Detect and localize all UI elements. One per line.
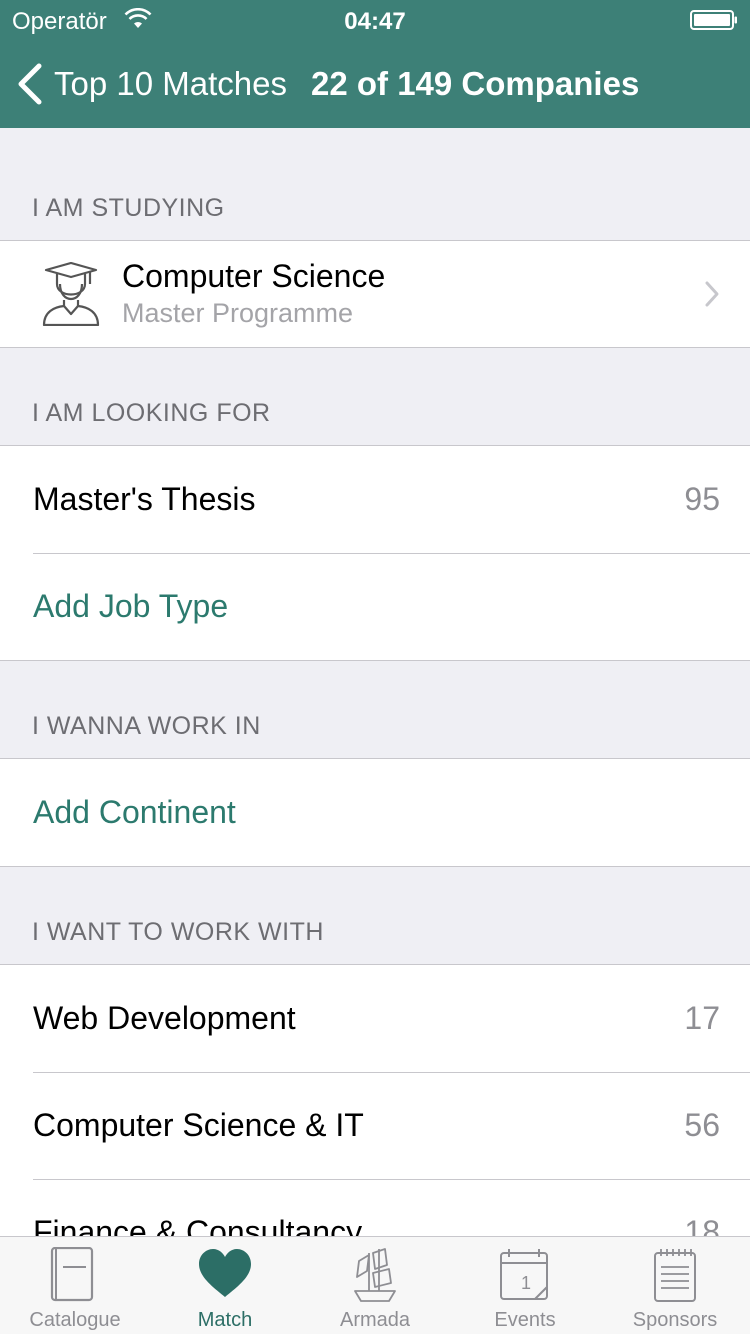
job-type-row[interactable]: Master's Thesis 95 xyxy=(0,446,750,553)
chevron-right-icon xyxy=(705,281,719,307)
studying-group: Computer Science Master Programme xyxy=(0,240,750,348)
svg-text:1: 1 xyxy=(521,1273,531,1293)
work-field-label: Computer Science & IT xyxy=(33,1107,364,1143)
work-field-row-web-development[interactable]: Web Development 17 xyxy=(0,965,750,1072)
work-field-label: Finance & Consultancy xyxy=(33,1214,363,1236)
back-button-label: Top 10 Matches xyxy=(54,65,287,102)
tab-label: Sponsors xyxy=(632,1309,718,1331)
tab-match[interactable]: Match xyxy=(150,1237,300,1334)
work-field-count: 56 xyxy=(684,1107,720,1143)
work-in-group: Add Continent xyxy=(0,758,750,867)
study-major: Computer Science xyxy=(122,258,386,294)
status-bar: Operatör 04:47 xyxy=(0,0,750,40)
notepad-icon xyxy=(654,1249,696,1302)
navigation-bar: Top 10 Matches 22 of 149 Companies xyxy=(0,40,750,128)
tab-label: Match xyxy=(197,1309,253,1331)
work-field-count: 17 xyxy=(684,1000,720,1036)
add-job-type-label: Add Job Type xyxy=(33,588,229,624)
tab-events[interactable]: 1 Events xyxy=(450,1237,600,1334)
work-field-row-finance[interactable]: Finance & Consultancy 18 xyxy=(0,1179,750,1236)
clock: 04:47 xyxy=(344,8,406,35)
work-field-count: 18 xyxy=(684,1214,720,1236)
tab-armada[interactable]: Armada xyxy=(300,1237,450,1334)
tab-sponsors[interactable]: Sponsors xyxy=(600,1237,750,1334)
add-continent-button[interactable]: Add Continent xyxy=(0,759,750,866)
chevron-left-icon xyxy=(18,63,42,105)
study-program-texts: Computer Science Master Programme xyxy=(122,257,704,331)
tab-catalogue[interactable]: Catalogue xyxy=(0,1237,150,1334)
section-header-work-in: I WANNA WORK IN xyxy=(32,712,261,740)
work-with-group: Web Development 17 Computer Science & IT… xyxy=(0,964,750,1236)
section-header-looking-for: I AM LOOKING FOR xyxy=(32,399,271,427)
job-type-count: 95 xyxy=(684,481,720,517)
tab-label: Catalogue xyxy=(29,1309,121,1331)
calendar-icon: 1 xyxy=(500,1249,548,1300)
study-program-row[interactable]: Computer Science Master Programme xyxy=(0,241,750,347)
graduate-icon xyxy=(42,262,100,326)
add-job-type-button[interactable]: Add Job Type xyxy=(0,553,750,660)
heart-icon xyxy=(199,1249,251,1297)
work-field-row-computer-science[interactable]: Computer Science & IT 56 xyxy=(0,1072,750,1179)
tab-bar: Catalogue Match Armada 1 Events Sponsors xyxy=(0,1236,750,1334)
tab-label: Armada xyxy=(339,1309,411,1331)
study-level: Master Programme xyxy=(122,298,354,328)
section-header-work-with: I WANT TO WORK WITH xyxy=(32,918,324,946)
battery-icon xyxy=(690,10,737,30)
match-filters-list[interactable]: I AM STUDYING Computer Science Master Pr… xyxy=(0,128,750,1236)
tab-label: Events xyxy=(494,1309,556,1331)
add-continent-label: Add Continent xyxy=(33,794,236,830)
page-title: 22 of 149 Companies xyxy=(311,65,640,102)
looking-for-group: Master's Thesis 95 Add Job Type xyxy=(0,445,750,661)
section-header-studying: I AM STUDYING xyxy=(32,194,225,222)
back-button[interactable]: Top 10 Matches xyxy=(14,40,287,128)
work-field-label: Web Development xyxy=(33,1000,296,1036)
ship-icon xyxy=(354,1248,396,1302)
job-type-label: Master's Thesis xyxy=(33,481,256,517)
catalogue-icon xyxy=(50,1247,94,1302)
